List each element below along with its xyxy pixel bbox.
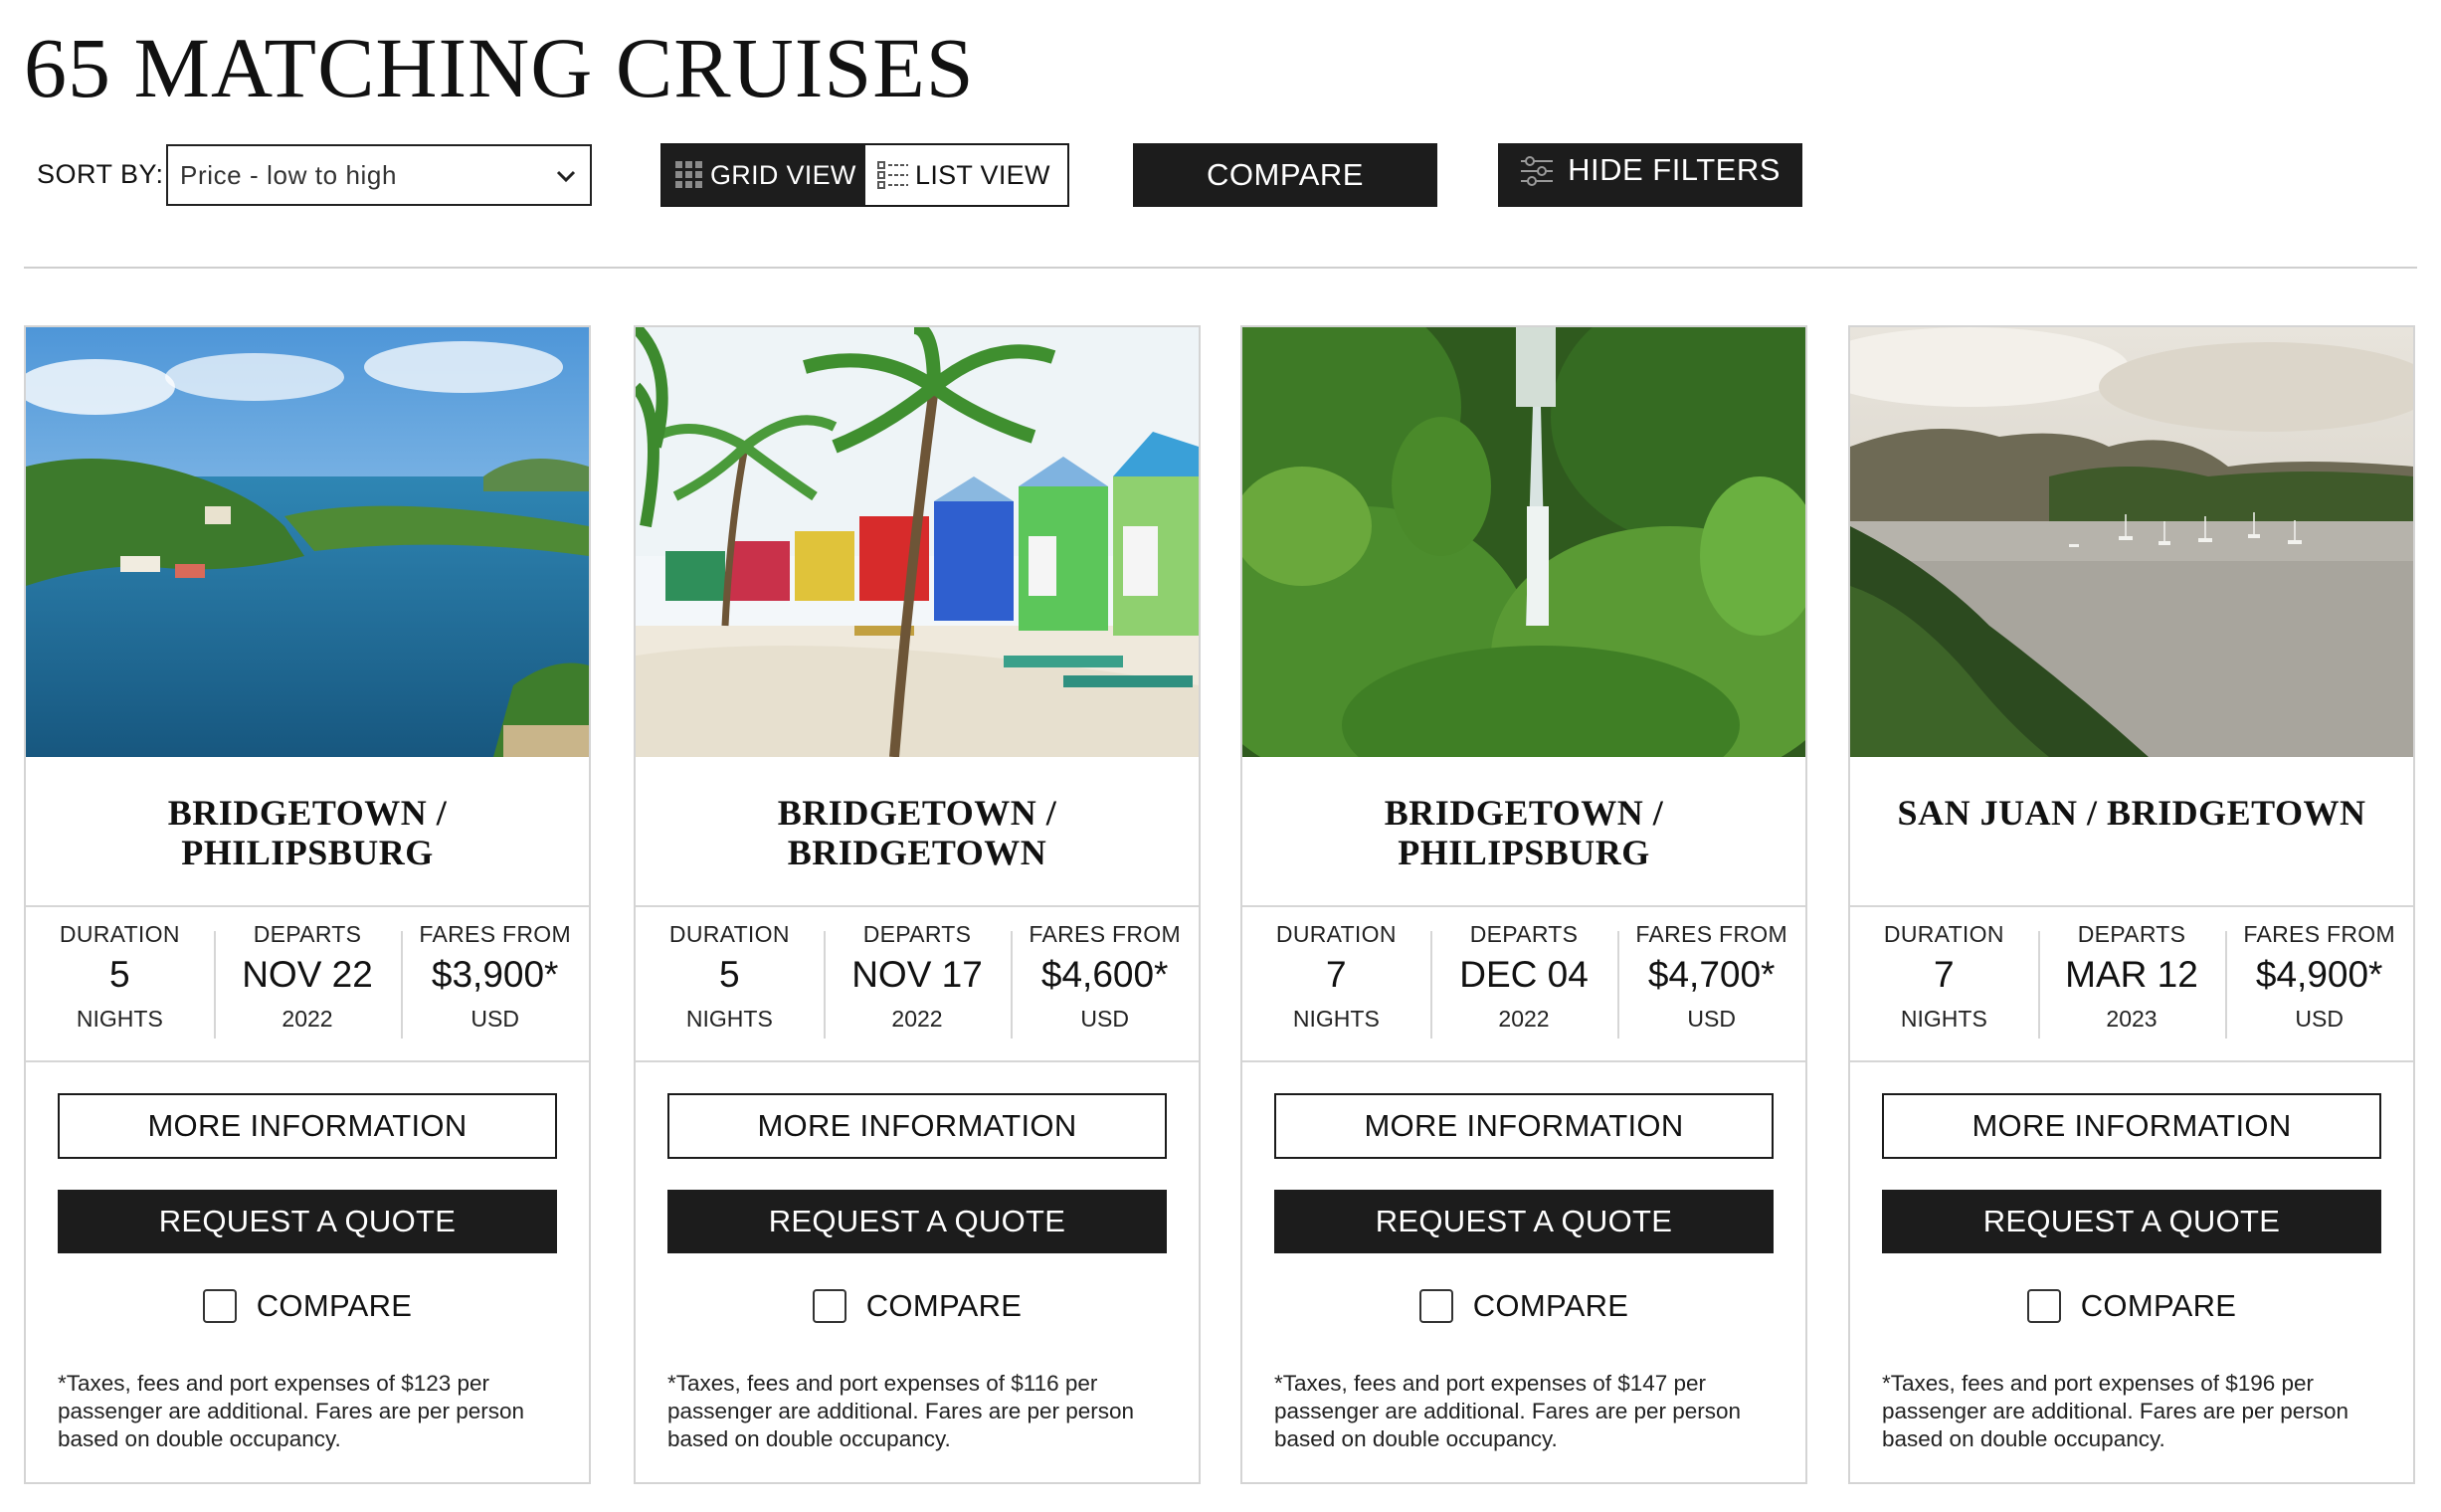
cruise-title: BRIDGETOWN / BRIDGETOWN <box>777 793 1057 872</box>
compare-checkbox[interactable] <box>202 1289 237 1323</box>
sort-select[interactable]: Price - low to high <box>166 144 592 206</box>
fare-disclaimer: *Taxes, fees and port expenses of $147 p… <box>1274 1371 1742 1451</box>
more-information-button[interactable]: MORE INFORMATION <box>58 1093 557 1159</box>
request-quote-button[interactable]: REQUEST A QUOTE <box>667 1190 1167 1253</box>
toolbar-divider <box>24 267 2417 269</box>
fare-stat: FARES FROM $4,900* USD <box>2225 915 2413 1060</box>
request-quote-button[interactable]: REQUEST A QUOTE <box>58 1190 557 1253</box>
cruise-title: SAN JUAN / BRIDGETOWN <box>1897 793 2366 833</box>
compare-checkbox[interactable] <box>812 1289 846 1323</box>
view-toggle: GRID VIEW LIST VIEW <box>660 143 1069 207</box>
compare-checkbox[interactable] <box>2026 1289 2061 1323</box>
list-view-label: LIST VIEW <box>915 159 1050 190</box>
fare-disclaimer: *Taxes, fees and port expenses of $123 p… <box>58 1371 525 1451</box>
more-information-button[interactable]: MORE INFORMATION <box>667 1093 1167 1159</box>
cruise-title: BRIDGETOWN / PHILIPSBURG <box>167 793 448 872</box>
list-icon <box>877 161 908 189</box>
page-title: 65 MATCHING CRUISES <box>24 20 975 115</box>
grid-view-label: GRID VIEW <box>710 159 856 190</box>
cruise-stats: DURATION 7 NIGHTS DEPARTS DEC 04 2022 FA… <box>1242 905 1805 1062</box>
hide-filters-button[interactable]: HIDE FILTERS <box>1498 143 1802 207</box>
cruise-stats: DURATION 5 NIGHTS DEPARTS NOV 17 2022 FA… <box>636 905 1199 1062</box>
cruise-photo-waterfall[interactable] <box>1242 327 1805 757</box>
cruise-card: BRIDGETOWN / BRIDGETOWN DURATION 5 NIGHT… <box>634 325 1201 1484</box>
cruise-photo-harbor[interactable] <box>1850 327 2413 757</box>
list-view-button[interactable]: LIST VIEW <box>865 145 1067 205</box>
cruise-photo-bay[interactable] <box>26 327 589 757</box>
compare-checkbox-row[interactable]: COMPARE <box>1850 1286 2413 1326</box>
request-quote-button[interactable]: REQUEST A QUOTE <box>1882 1190 2381 1253</box>
compare-checkbox[interactable] <box>1418 1289 1453 1323</box>
cruise-card: BRIDGETOWN / PHILIPSBURG DURATION 5 NIGH… <box>24 325 591 1484</box>
more-information-button[interactable]: MORE INFORMATION <box>1274 1093 1774 1159</box>
compare-checkbox-label: COMPARE <box>865 1288 1023 1323</box>
hide-filters-label: HIDE FILTERS <box>1568 152 1781 187</box>
compare-checkbox-row[interactable]: COMPARE <box>26 1286 589 1326</box>
duration-stat: DURATION 7 NIGHTS <box>1275 921 1397 1032</box>
fare-stat: FARES FROM $4,700* USD <box>1617 915 1805 1060</box>
compare-checkbox-row[interactable]: COMPARE <box>1242 1286 1805 1326</box>
fare-disclaimer: *Taxes, fees and port expenses of $196 p… <box>1882 1371 2349 1451</box>
cruise-stats: DURATION 7 NIGHTS DEPARTS MAR 12 2023 FA… <box>1850 905 2413 1062</box>
sort-label: SORT BY: <box>37 159 164 189</box>
compare-checkbox-label: COMPARE <box>2080 1288 2237 1323</box>
fare-stat: FARES FROM $4,600* USD <box>1011 915 1199 1060</box>
departs-stat: DEPARTS NOV 17 2022 <box>823 915 1012 1060</box>
compare-checkbox-row[interactable]: COMPARE <box>636 1286 1199 1326</box>
duration-stat: DURATION 5 NIGHTS <box>668 921 790 1032</box>
grid-icon <box>675 161 702 188</box>
cruise-stats: DURATION 5 NIGHTS DEPARTS NOV 22 2022 FA… <box>26 905 589 1062</box>
departs-stat: DEPARTS NOV 22 2022 <box>213 915 402 1060</box>
departs-stat: DEPARTS MAR 12 2023 <box>2037 915 2226 1060</box>
cruise-card: SAN JUAN / BRIDGETOWN DURATION 7 NIGHTS … <box>1848 325 2415 1484</box>
departs-stat: DEPARTS DEC 04 2022 <box>1429 915 1618 1060</box>
compare-checkbox-label: COMPARE <box>256 1288 413 1323</box>
cruise-card: BRIDGETOWN / PHILIPSBURG DURATION 7 NIGH… <box>1240 325 1807 1484</box>
compare-button[interactable]: COMPARE <box>1133 143 1437 207</box>
sort-select-value: Price - low to high <box>180 159 398 190</box>
cruise-title: BRIDGETOWN / PHILIPSBURG <box>1384 793 1664 872</box>
more-information-button[interactable]: MORE INFORMATION <box>1882 1093 2381 1159</box>
duration-stat: DURATION 7 NIGHTS <box>1883 921 2004 1032</box>
request-quote-button[interactable]: REQUEST A QUOTE <box>1274 1190 1774 1253</box>
filter-sliders-icon <box>1521 156 1554 186</box>
fare-stat: FARES FROM $3,900* USD <box>401 915 589 1060</box>
cruise-photo-beach-huts[interactable] <box>636 327 1199 757</box>
chevron-down-icon <box>556 170 576 183</box>
fare-disclaimer: *Taxes, fees and port expenses of $116 p… <box>667 1371 1135 1451</box>
duration-stat: DURATION 5 NIGHTS <box>59 921 180 1032</box>
grid-view-button[interactable]: GRID VIEW <box>662 145 865 205</box>
compare-checkbox-label: COMPARE <box>1472 1288 1629 1323</box>
